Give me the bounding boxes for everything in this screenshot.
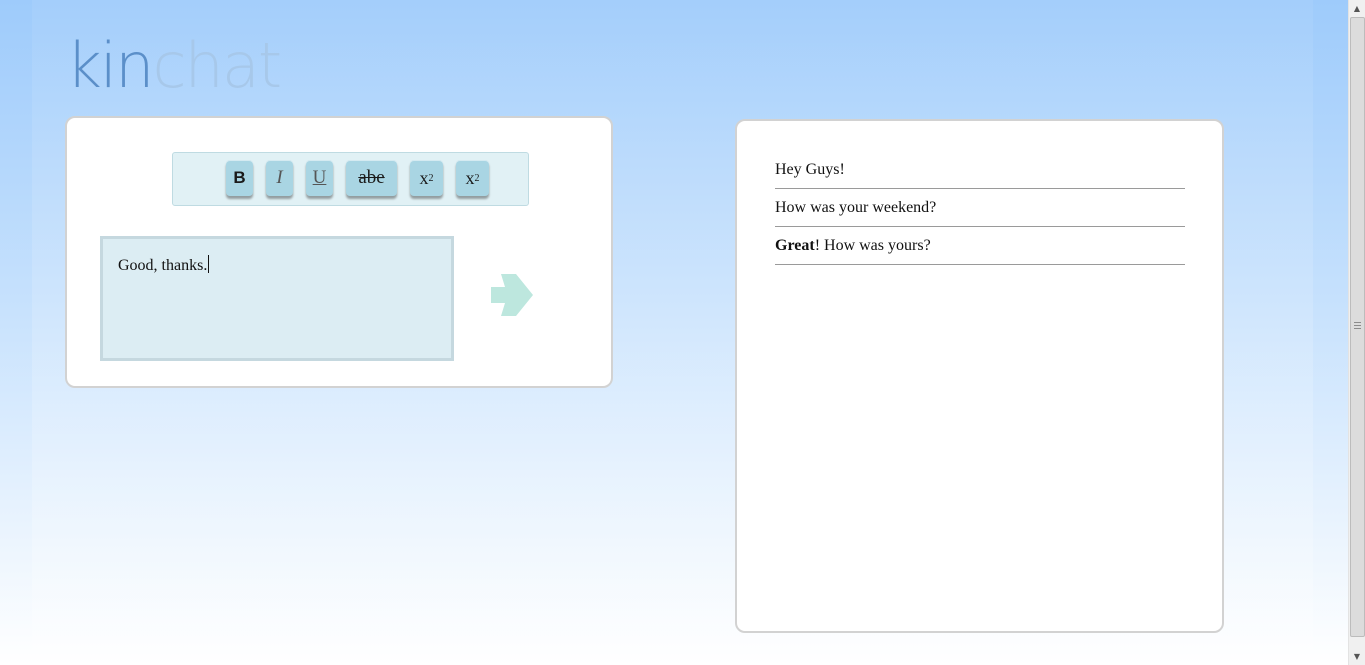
subscript-button[interactable]: x2 [410, 160, 443, 196]
superscript-label: x [465, 167, 475, 188]
message-input[interactable]: Good, thanks. [100, 236, 454, 361]
scroll-down-icon[interactable]: ▼ [1349, 648, 1365, 665]
chat-message-bold-text: Great [775, 237, 815, 254]
chat-message: Hey Guys! [775, 151, 1185, 189]
vertical-scrollbar[interactable]: ▲ ▼ [1348, 0, 1365, 665]
subscript-label: x [419, 167, 429, 188]
chat-message-text: How was your weekend? [775, 199, 937, 216]
logo-kin: kin [66, 29, 154, 102]
grip-icon [1354, 322, 1361, 329]
chat-message: How was your weekend? [775, 189, 1185, 227]
logo-chat: chat [152, 29, 282, 102]
arrow-right-icon [491, 274, 533, 316]
superscript-mark: 2 [474, 172, 480, 184]
superscript-button[interactable]: x2 [456, 160, 489, 196]
bold-button[interactable]: B [226, 160, 253, 196]
underline-button[interactable]: U [306, 160, 333, 196]
chat-message: Great! How was yours? [775, 227, 1185, 265]
chat-message-text: Hey Guys! [775, 161, 845, 178]
chat-message-text: ! How was yours? [814, 237, 931, 254]
italic-button[interactable]: I [266, 160, 293, 196]
chat-panel: Hey Guys! How was your weekend? Great! H… [735, 119, 1224, 633]
scroll-up-icon[interactable]: ▲ [1349, 0, 1365, 17]
message-input-text: Good, thanks. [118, 257, 208, 274]
message-list: Hey Guys! How was your weekend? Great! H… [775, 151, 1185, 265]
scrollbar-thumb[interactable] [1350, 17, 1365, 637]
send-button[interactable] [491, 274, 535, 316]
strikethrough-button[interactable]: abe [346, 160, 397, 196]
formatting-toolbar: B I U abe x2 x2 [172, 152, 529, 206]
text-caret [208, 255, 210, 273]
app-logo: kinchat [66, 29, 282, 102]
composer-panel: B I U abe x2 x2 Good, thanks. [65, 116, 613, 388]
subscript-mark: 2 [428, 172, 434, 184]
